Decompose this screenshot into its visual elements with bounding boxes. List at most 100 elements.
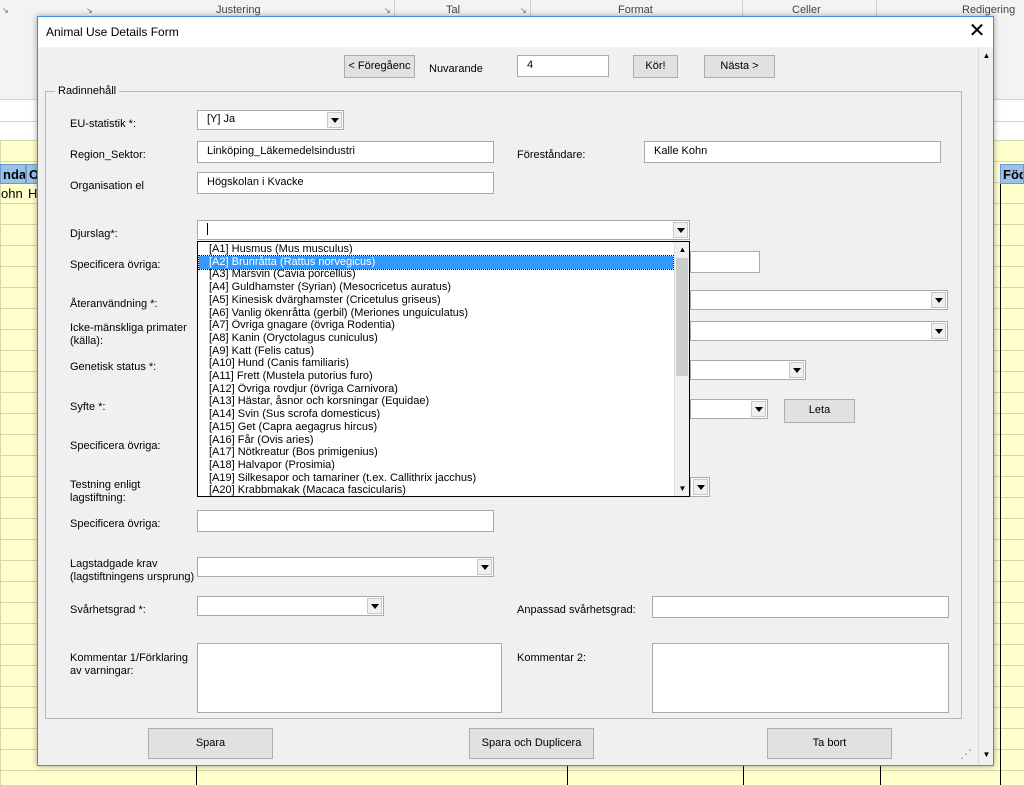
dropdown-option[interactable]: [A17] Nötkreatur (Bos primigenius) (199, 446, 673, 459)
djurslag-label: Djurslag*: (70, 228, 118, 240)
chevron-down-icon[interactable] (367, 598, 382, 614)
lagstadgade-krav-select[interactable] (197, 557, 494, 577)
kommentar-1-textarea[interactable] (197, 643, 502, 713)
ateranvandning-label: Återanvändning *: (70, 298, 158, 310)
chevron-down-icon[interactable] (693, 479, 708, 495)
specificera-ovriga-label: Specificera övriga: (70, 259, 161, 271)
djurslag-dropdown-list[interactable]: [A1] Husmus (Mus musculus) [A2] Brunråtta… (197, 241, 690, 497)
genetisk-status-select[interactable] (690, 360, 806, 380)
organisation-label: Organisation el (70, 180, 144, 192)
dropdown-option[interactable]: [A4] Guldhamster (Syrian) (Mesocricetus … (199, 281, 673, 294)
testning-select[interactable] (690, 477, 710, 497)
leta-button[interactable]: Leta (784, 399, 855, 423)
resize-grip-icon[interactable]: ⋰ (960, 747, 972, 761)
chevron-down-icon[interactable] (477, 559, 492, 575)
previous-button[interactable]: < Föregåenc (344, 55, 415, 78)
dialog-launcher-icon[interactable]: ↘ (384, 6, 391, 15)
kommentar-1-label: Kommentar 1/Förklaring av varningar: (70, 652, 188, 677)
primater-select[interactable] (690, 321, 948, 341)
scroll-thumb[interactable] (676, 258, 688, 376)
dropdown-option[interactable]: [A18] Halvapor (Prosimia) (199, 459, 673, 472)
dropdown-option[interactable]: [A6] Vanlig ökenråtta (gerbil) (Meriones… (199, 307, 673, 320)
spara-och-duplicera-button[interactable]: Spara och Duplicera (469, 728, 594, 759)
ribbon-group-celler: Celler (792, 4, 821, 16)
dropdown-option[interactable]: [A10] Hund (Canis familiaris) (199, 357, 673, 370)
chevron-down-icon[interactable] (327, 112, 342, 128)
spara-button[interactable]: Spara (148, 728, 273, 759)
current-record-input[interactable]: 4 (517, 55, 609, 77)
chevron-down-icon[interactable] (751, 401, 766, 417)
anpassad-svarhetsgrad-input[interactable] (652, 596, 949, 618)
dialog-titlebar[interactable]: Animal Use Details Form ✕ (38, 17, 993, 47)
chevron-down-icon[interactable] (931, 323, 946, 339)
dialog-launcher-icon[interactable]: ↘ (86, 6, 93, 15)
lagstadgade-krav-label: Lagstadgade krav (lagstiftningens urspru… (70, 558, 195, 583)
dropdown-scrollbar[interactable]: ▲ ▼ (674, 242, 689, 496)
chevron-down-icon[interactable] (673, 222, 688, 238)
djurslag-select[interactable] (197, 220, 690, 240)
column-header[interactable]: Föd (1000, 164, 1024, 184)
syfte-select[interactable] (690, 399, 768, 419)
dropdown-option[interactable]: [A16] Får (Ovis aries) (199, 434, 673, 447)
dropdown-option[interactable]: [A5] Kinesisk dvärghamster (Cricetulus g… (199, 294, 673, 307)
dropdown-option[interactable]: [A11] Frett (Mustela putorius furo) (199, 370, 673, 383)
chevron-down-icon[interactable] (789, 362, 804, 378)
region-sektor-input[interactable]: Linköping_Läkemedelsindustri (197, 141, 494, 163)
current-record-label: Nuvarande (429, 63, 483, 75)
svarhetsgrad-label: Svårhetsgrad *: (70, 604, 146, 616)
grid-border (196, 766, 197, 785)
ribbon-group-redigering: Redigering (962, 4, 1016, 16)
ta-bort-button[interactable]: Ta bort (767, 728, 892, 759)
kommentar-2-textarea[interactable] (652, 643, 949, 713)
scroll-down-icon[interactable]: ▼ (675, 481, 689, 496)
sheet-cell[interactable]: ohn (1, 186, 25, 201)
dropdown-option[interactable]: [A20] Krabbmakak (Macaca fascicularis) (199, 484, 673, 496)
eu-statistik-select[interactable]: [Y] Ja (197, 110, 344, 130)
forestandare-label: Föreståndare: (517, 149, 586, 161)
animal-use-details-dialog: Animal Use Details Form ✕ ▲ ▼ ⋰ < Föregå… (37, 16, 994, 766)
dialog-launcher-icon[interactable]: ↘ (2, 6, 9, 15)
specificera-ovriga-label: Specificera övriga: (70, 440, 161, 452)
grid-border (1000, 184, 1001, 785)
specificera-ovriga-input[interactable] (690, 251, 760, 273)
dropdown-option[interactable]: [A3] Marsvin (Cavia porcellus) (199, 268, 673, 281)
svarhetsgrad-select[interactable] (197, 596, 384, 616)
next-button[interactable]: Nästa > (704, 55, 775, 78)
eu-statistik-label: EU-statistik *: (70, 118, 137, 130)
column-header[interactable]: ndar (0, 164, 26, 184)
scroll-up-icon[interactable]: ▲ (979, 48, 994, 64)
dropdown-option[interactable]: [A12] Övriga rovdjur (övriga Carnivora) (199, 383, 673, 396)
organisation-input[interactable]: Högskolan i Kvacke (197, 172, 494, 194)
dialog-launcher-icon[interactable]: ↘ (520, 6, 527, 15)
dropdown-option[interactable]: [A19] Silkesapor och tamariner (t.ex. Ca… (199, 472, 673, 485)
grid-border (880, 766, 881, 785)
dialog-scrollbar[interactable]: ▲ ▼ (978, 47, 993, 765)
eu-statistik-value: [Y] Ja (207, 113, 236, 125)
ribbon-group-justering: Justering (216, 4, 261, 16)
scroll-down-icon[interactable]: ▼ (979, 747, 994, 763)
anpassad-svarhetsgrad-label: Anpassad svårhetsgrad: (517, 604, 636, 616)
chevron-down-icon[interactable] (931, 292, 946, 308)
dropdown-option[interactable]: [A7] Övriga gnagare (övriga Rodentia) (199, 319, 673, 332)
dropdown-option[interactable]: [A14] Svin (Sus scrofa domesticus) (199, 408, 673, 421)
dropdown-option[interactable]: [A2] Brunråtta (Rattus norvegicus) (198, 254, 674, 270)
dropdown-option[interactable]: [A8] Kanin (Oryctolagus cuniculus) (199, 332, 673, 345)
forestandare-input[interactable]: Kalle Kohn (644, 141, 941, 163)
scroll-up-icon[interactable]: ▲ (675, 242, 689, 257)
dialog-title: Animal Use Details Form (46, 25, 179, 39)
dropdown-option[interactable]: [A15] Get (Capra aegagrus hircus) (199, 421, 673, 434)
ateranvandning-select[interactable] (690, 290, 948, 310)
testning-label: Testning enligt lagstiftning: (70, 479, 141, 504)
dropdown-option[interactable]: [A9] Katt (Felis catus) (199, 345, 673, 358)
close-icon[interactable]: ✕ (963, 19, 991, 45)
text-caret (207, 223, 208, 236)
dropdown-option[interactable]: [A13] Hästar, åsnor och korsningar (Equi… (199, 395, 673, 408)
primater-label: Icke-mänskliga primater (källa): (70, 322, 187, 347)
specificera-ovriga-input[interactable] (197, 510, 494, 532)
grid-border (567, 766, 568, 785)
grid-border (743, 766, 744, 785)
ribbon-group-tal: Tal (446, 4, 461, 16)
frame-title: Radinnehåll (55, 85, 120, 97)
go-button[interactable]: Kör! (633, 55, 678, 78)
dropdown-option[interactable]: [A1] Husmus (Mus musculus) (199, 243, 673, 256)
